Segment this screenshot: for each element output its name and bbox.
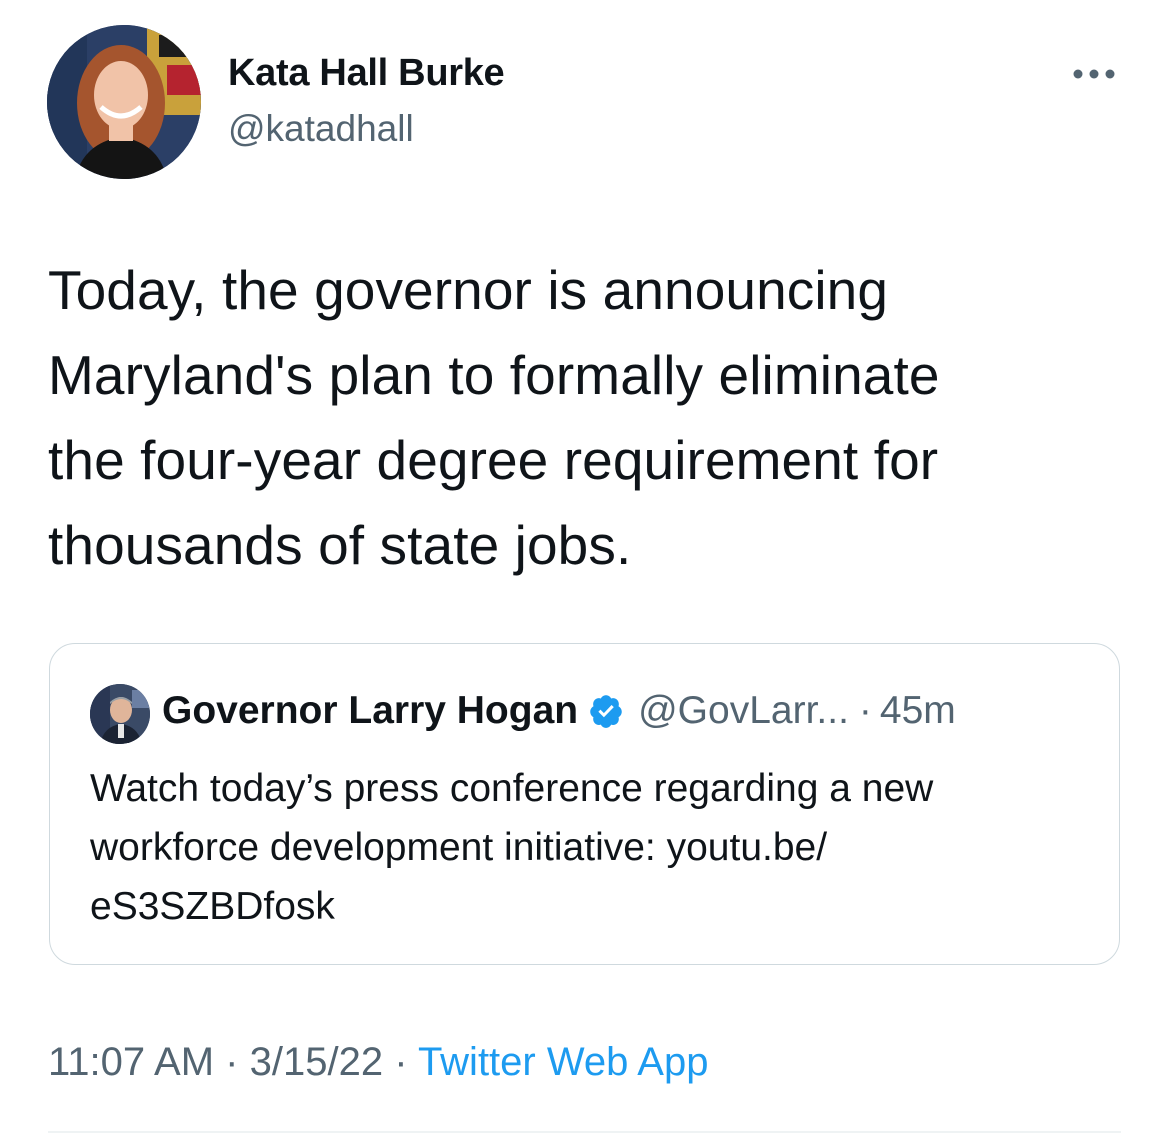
quoted-tweet-card[interactable]: Governor Larry Hogan @GovLarr... · 45m W… [49, 643, 1120, 965]
quoted-tweet-line: eS3SZBDfosk [90, 885, 335, 928]
divider [48, 1131, 1121, 1133]
quoted-author-avatar[interactable] [90, 684, 150, 744]
quoted-tweet-text: Watch today’s press conference regarding… [90, 759, 1090, 936]
author-handle[interactable]: @katadhall [228, 108, 414, 150]
quoted-tweet-line: workforce development initiative: youtu.… [90, 826, 828, 869]
tweet-source-link[interactable]: Twitter Web App [418, 1040, 709, 1084]
tweet-line: Maryland's plan to formally eliminate [48, 344, 940, 406]
separator-dot: · [394, 1040, 408, 1084]
verified-badge-icon [590, 695, 622, 728]
separator-dot: · [225, 1040, 239, 1084]
quoted-author-handle[interactable]: @GovLarr... [638, 689, 849, 733]
tweet-line: Today, the governor is announcing [48, 259, 889, 321]
quoted-tweet-time[interactable]: 45m [880, 689, 956, 733]
separator-dot: · [858, 689, 872, 732]
quoted-author-name[interactable]: Governor Larry Hogan [162, 689, 578, 733]
tweet-line: thousands of state jobs. [48, 514, 632, 576]
tweet-time[interactable]: 11:07 AM [48, 1040, 214, 1084]
tweet-text: Today, the governor is announcing Maryla… [48, 248, 1138, 588]
tweet-date[interactable]: 3/15/22 [250, 1040, 383, 1084]
more-horizontal-icon[interactable] [1068, 60, 1120, 88]
quoted-tweet-header: Governor Larry Hogan @GovLarr... · 45m [162, 689, 956, 733]
quoted-tweet-line: Watch today’s press conference regarding… [90, 767, 934, 810]
author-avatar[interactable] [47, 25, 201, 179]
author-display-name[interactable]: Kata Hall Burke [228, 52, 505, 95]
tweet-line: the four-year degree requirement for [48, 429, 939, 491]
tweet-meta: 11:07 AM · 3/15/22 · Twitter Web App [48, 1040, 708, 1085]
